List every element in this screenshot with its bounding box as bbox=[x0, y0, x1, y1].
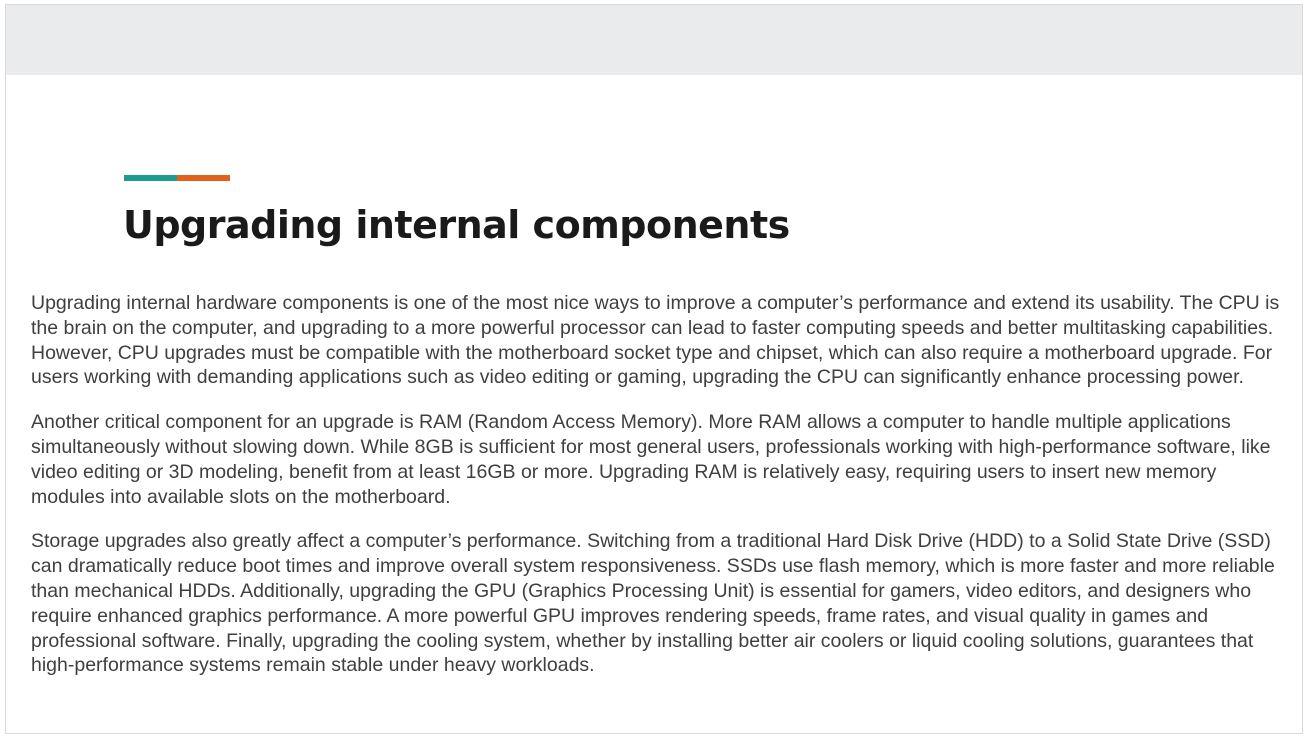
paragraph-storage-gpu: Storage upgrades also greatly affect a c… bbox=[31, 530, 1275, 677]
header-band bbox=[6, 5, 1302, 75]
slide-title: Upgrading internal components bbox=[123, 203, 790, 247]
accent-orange-segment bbox=[177, 175, 230, 181]
paragraph-ram: Another critical component for an upgrad… bbox=[31, 411, 1271, 508]
slide-body: Upgrading internal hardware components i… bbox=[31, 291, 1281, 698]
accent-teal-segment bbox=[124, 175, 177, 181]
title-accent-bar bbox=[124, 175, 230, 181]
paragraph-cpu: Upgrading internal hardware components i… bbox=[31, 292, 1280, 389]
slide: Upgrading internal components Upgrading … bbox=[5, 4, 1303, 734]
